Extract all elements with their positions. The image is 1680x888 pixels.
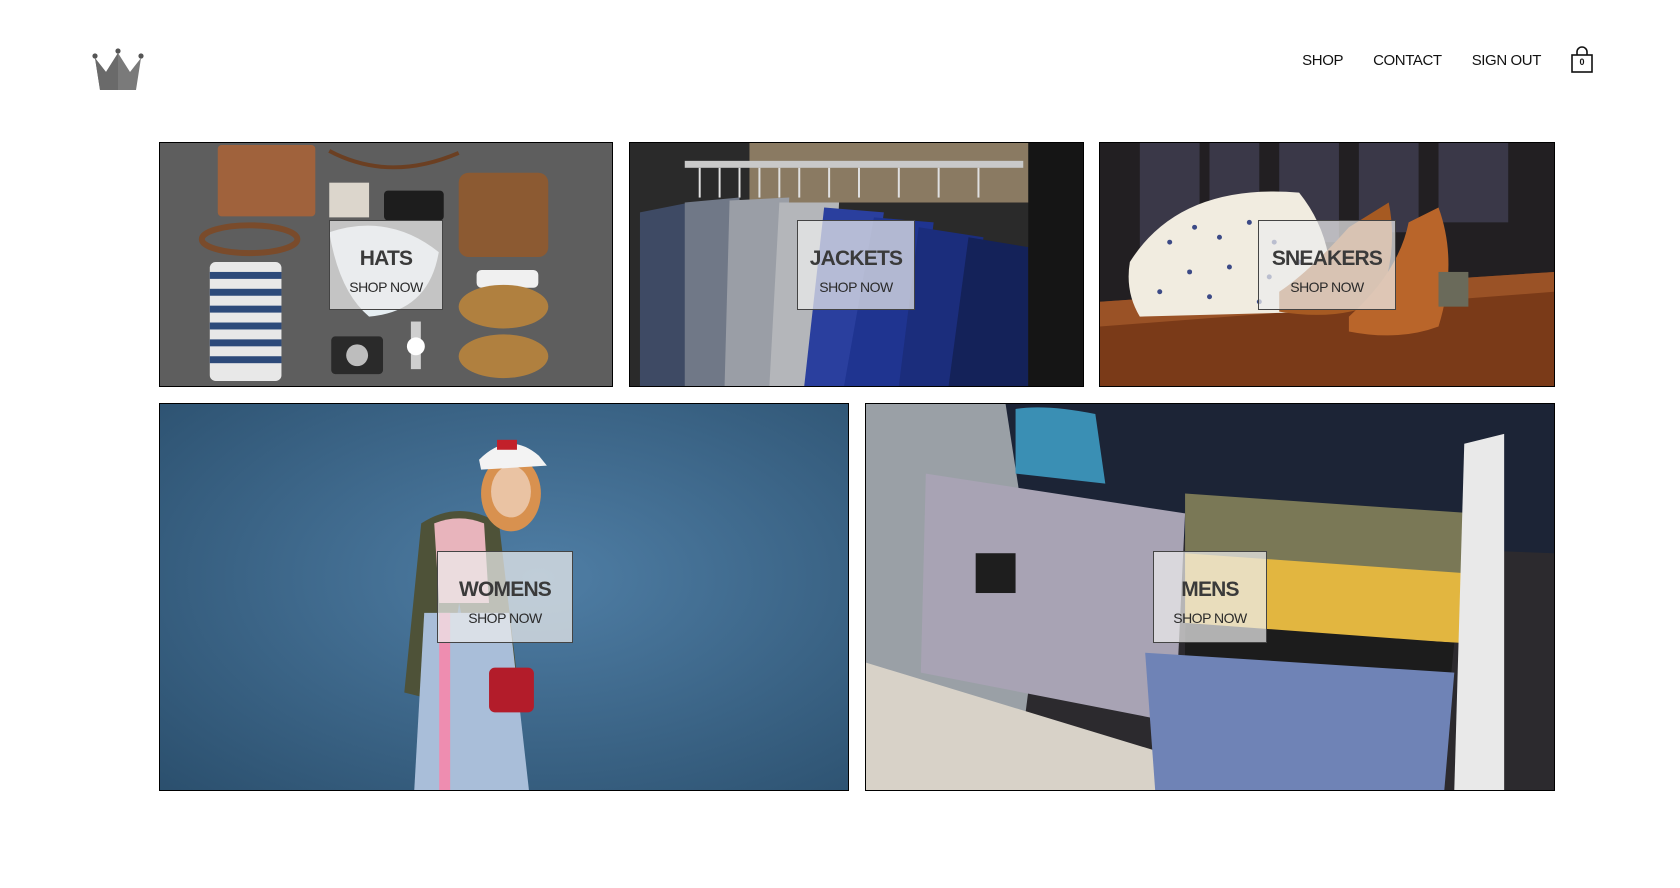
category-tile-sneakers[interactable]: SNEAKERS SHOP NOW (1099, 142, 1555, 387)
nav-sign-out-link[interactable]: SIGN OUT (1472, 52, 1542, 69)
womens-label[interactable]: WOMENS SHOP NOW (437, 551, 573, 643)
category-tile-jackets[interactable]: JACKETS SHOP NOW (629, 142, 1084, 387)
category-tile-mens[interactable]: MENS SHOP NOW (865, 403, 1555, 791)
shop-now-link[interactable]: SHOP NOW (330, 279, 442, 295)
shopping-bag-icon[interactable]: 0 (1569, 46, 1595, 74)
nav-contact-link[interactable]: CONTACT (1373, 52, 1442, 69)
category-title: SNEAKERS (1271, 247, 1383, 270)
shop-now-link[interactable]: SHOP NOW (438, 610, 572, 626)
category-tile-hats[interactable]: HATS SHOP NOW (159, 142, 613, 387)
shop-now-link[interactable]: SHOP NOW (1154, 610, 1266, 626)
mens-label[interactable]: MENS SHOP NOW (1153, 551, 1267, 643)
category-title: MENS (1181, 578, 1239, 601)
shop-now-link[interactable]: SHOP NOW (798, 279, 914, 295)
cart-count-badge: 0 (1579, 57, 1585, 67)
category-title: HATS (359, 247, 413, 270)
crown-icon[interactable] (92, 48, 146, 94)
sneakers-label[interactable]: SNEAKERS SHOP NOW (1258, 220, 1396, 310)
shop-now-link[interactable]: SHOP NOW (1259, 279, 1395, 295)
nav-shop-link[interactable]: SHOP (1302, 52, 1343, 69)
main-nav: SHOP CONTACT SIGN OUT 0 (1272, 46, 1595, 74)
jackets-label[interactable]: JACKETS SHOP NOW (797, 220, 915, 310)
category-tile-womens[interactable]: WOMENS SHOP NOW (159, 403, 849, 791)
category-title: JACKETS (809, 247, 903, 270)
site-header: SHOP CONTACT SIGN OUT 0 (0, 0, 1680, 120)
hats-label[interactable]: HATS SHOP NOW (329, 220, 443, 310)
category-title: WOMENS (458, 578, 552, 601)
